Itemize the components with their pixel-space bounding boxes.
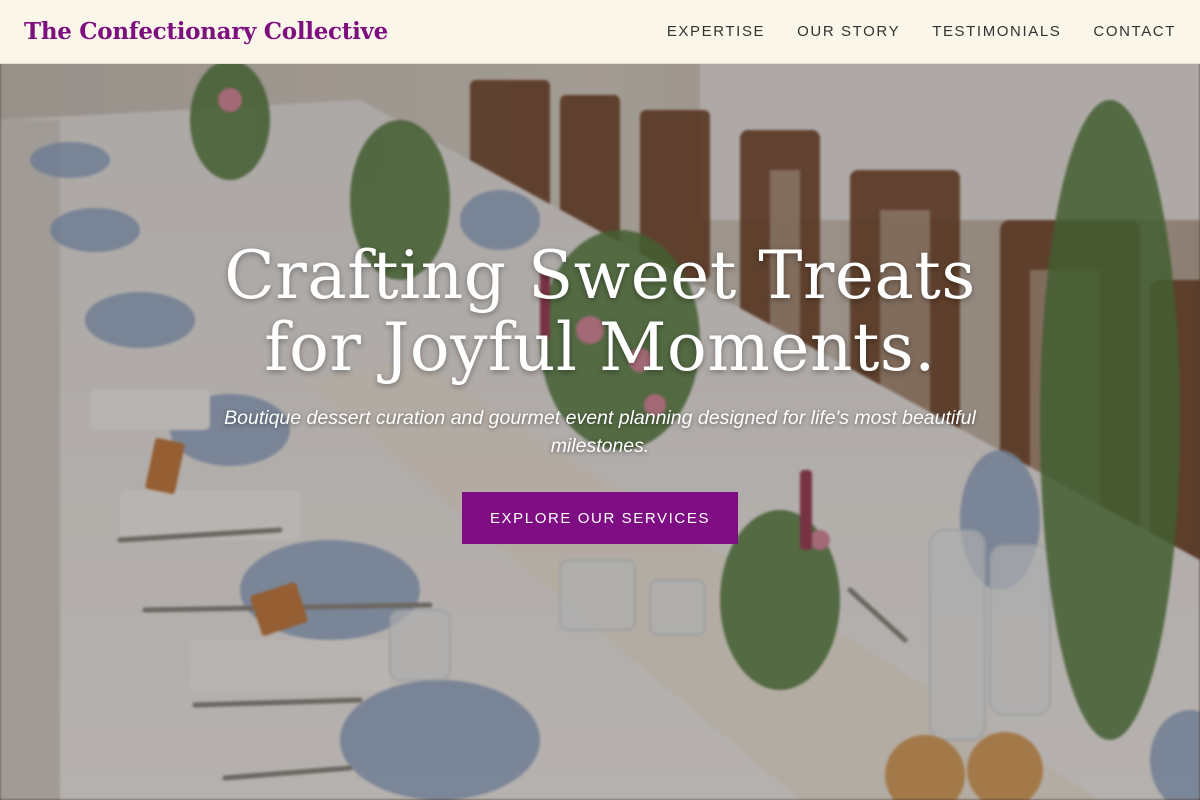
hero-subtitle: Boutique dessert curation and gourmet ev… bbox=[224, 407, 976, 457]
nav-link-testimonials[interactable]: TESTIMONIALS bbox=[932, 23, 1061, 40]
hero-title: Crafting Sweet Treats for Joyful Moments… bbox=[224, 237, 976, 386]
explore-services-button[interactable]: EXPLORE OUR SERVICES bbox=[462, 492, 738, 544]
brand-logo[interactable]: The Confectionary Collective bbox=[24, 18, 388, 45]
nav-link-our-story[interactable]: OUR STORY bbox=[797, 23, 900, 40]
main-nav: EXPERTISE OUR STORY TESTIMONIALS CONTACT bbox=[667, 23, 1176, 40]
hero-section: Crafting Sweet Treats for Joyful Moments… bbox=[0, 240, 1200, 544]
top-navbar: The Confectionary Collective EXPERTISE O… bbox=[0, 0, 1200, 64]
nav-link-expertise[interactable]: EXPERTISE bbox=[667, 23, 765, 40]
nav-link-contact[interactable]: CONTACT bbox=[1093, 23, 1176, 40]
